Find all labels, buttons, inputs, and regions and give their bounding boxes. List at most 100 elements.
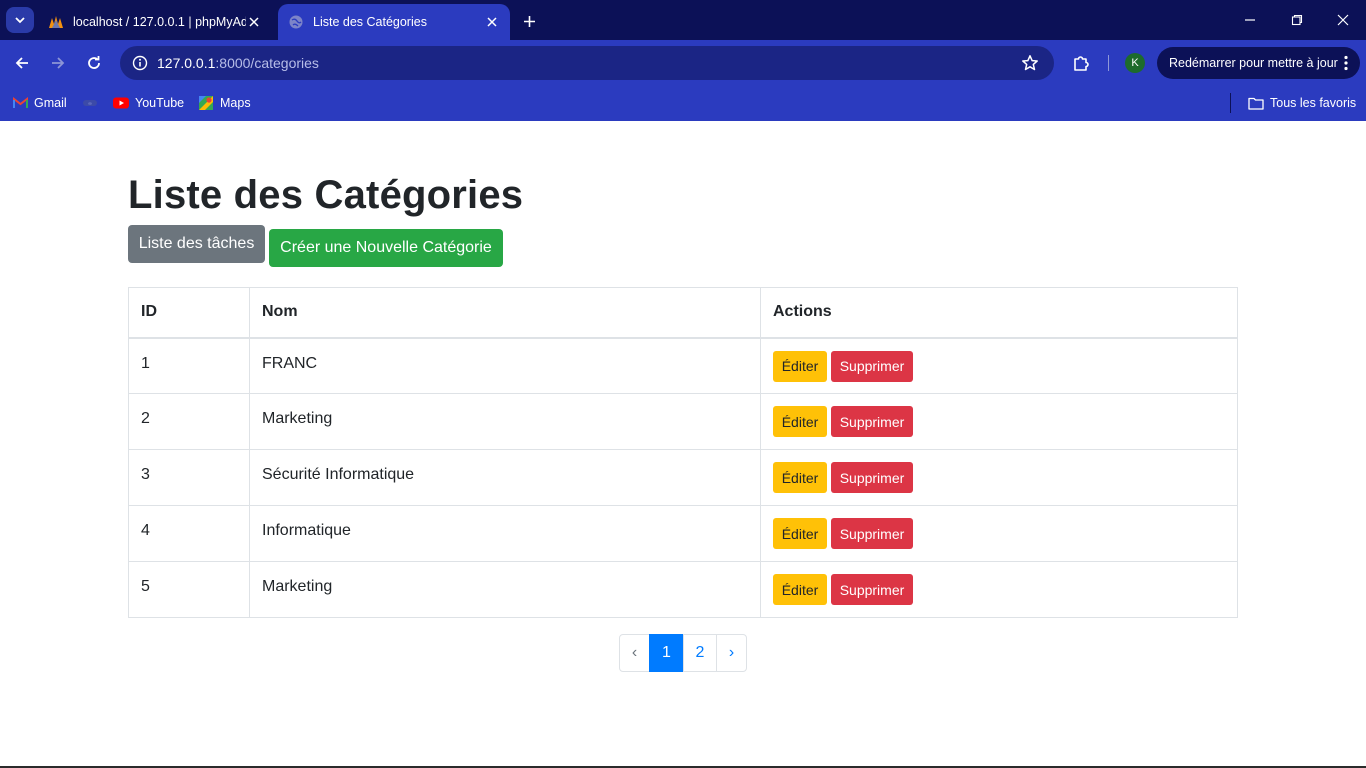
- cell-id: 1: [128, 337, 250, 394]
- minimize-icon: [1245, 19, 1255, 21]
- bookmark-label: Gmail: [34, 96, 67, 110]
- reload-icon: [88, 56, 100, 69]
- close-window-button[interactable]: [1331, 8, 1355, 32]
- generic-bookmark-icon: ∞: [82, 95, 98, 111]
- edit-button[interactable]: Éditer: [773, 350, 827, 382]
- bookmark-label: Maps: [220, 96, 251, 110]
- bookmark-generic[interactable]: ∞: [82, 92, 104, 114]
- tasks-list-button[interactable]: Liste des tâches: [128, 225, 265, 263]
- table-row: 2 Marketing Éditer Supprimer: [128, 393, 1238, 450]
- tab-strip: localhost / 127.0.0.1 | phpMyAdmin Liste…: [0, 0, 1366, 40]
- column-header-actions: Actions: [760, 287, 1238, 338]
- back-button[interactable]: [10, 51, 34, 75]
- extensions-button[interactable]: [1069, 51, 1093, 75]
- cell-actions: Éditer Supprimer: [760, 393, 1238, 450]
- edit-button[interactable]: Éditer: [773, 518, 827, 549]
- toolbar-divider: [1108, 55, 1109, 71]
- pagination-prev[interactable]: ‹: [619, 634, 650, 672]
- page-title: Liste des Catégories: [128, 173, 524, 217]
- plus-icon: [523, 15, 535, 27]
- bookmark-gmail[interactable]: Gmail: [12, 92, 67, 114]
- delete-button[interactable]: Supprimer: [831, 462, 913, 493]
- maps-icon: [198, 95, 214, 111]
- delete-button[interactable]: Supprimer: [831, 350, 913, 382]
- table-row: 4 Informatique Éditer Supprimer: [128, 505, 1238, 562]
- bookmark-youtube[interactable]: YouTube: [113, 92, 184, 114]
- bookmarks-bar: Gmail ∞ YouTube Maps Tous les favoris: [0, 86, 1366, 121]
- chevron-down-icon: [15, 17, 25, 24]
- phpmyadmin-icon: [48, 14, 64, 30]
- puzzle-icon: [1074, 56, 1089, 71]
- edit-button[interactable]: Éditer: [773, 462, 827, 493]
- edit-button[interactable]: Éditer: [773, 406, 827, 437]
- cell-id: 5: [128, 561, 250, 618]
- page-content: Liste des Catégories Liste des tâches Cr…: [0, 121, 1366, 766]
- profile-avatar[interactable]: K: [1125, 53, 1145, 73]
- close-icon[interactable]: [246, 14, 262, 30]
- all-bookmarks-label: Tous les favoris: [1270, 96, 1357, 110]
- bookmark-label: YouTube: [135, 96, 185, 110]
- globe-icon: [288, 14, 304, 30]
- cell-nom: FRANC: [249, 337, 761, 394]
- url-text[interactable]: 127.0.0.1:8000/categories: [157, 55, 319, 71]
- minimize-button[interactable]: [1238, 8, 1262, 32]
- close-icon: [1337, 14, 1349, 26]
- table-row: 1 FRANC Éditer Supprimer: [128, 337, 1238, 394]
- column-header-id: ID: [128, 287, 250, 338]
- cell-id: 2: [128, 393, 250, 450]
- bookmark-maps[interactable]: Maps: [198, 92, 251, 114]
- folder-icon: [1248, 95, 1264, 111]
- cell-actions: Éditer Supprimer: [760, 449, 1238, 506]
- site-info-icon[interactable]: [128, 51, 152, 75]
- table-row: 3 Sécurité Informatique Éditer Supprimer: [128, 449, 1238, 506]
- categories-table: ID Nom Actions 1 FRANC Éditer Supprimer …: [128, 287, 1238, 618]
- url-host: 127.0.0.1: [157, 55, 216, 71]
- column-header-nom: Nom: [249, 287, 761, 338]
- svg-text:∞: ∞: [88, 101, 92, 107]
- close-icon[interactable]: [484, 14, 500, 30]
- browser-toolbar: 127.0.0.1:8000/categories K Redémarrer p…: [0, 40, 1366, 86]
- forward-button[interactable]: [46, 51, 70, 75]
- cell-actions: Éditer Supprimer: [760, 337, 1238, 394]
- all-bookmarks-folder[interactable]: Tous les favoris: [1248, 92, 1356, 114]
- new-tab-button[interactable]: [518, 10, 540, 32]
- cell-nom: Informatique: [249, 505, 761, 562]
- table-row: 5 Marketing Éditer Supprimer: [128, 561, 1238, 618]
- delete-button[interactable]: Supprimer: [831, 518, 913, 549]
- delete-button[interactable]: Supprimer: [831, 574, 913, 605]
- edit-button[interactable]: Éditer: [773, 574, 827, 605]
- restore-icon: [1291, 14, 1303, 26]
- tab-phpmyadmin[interactable]: localhost / 127.0.0.1 | phpMyAdmin: [38, 4, 272, 40]
- bookmark-star-icon[interactable]: [1018, 51, 1042, 75]
- cell-actions: Éditer Supprimer: [760, 505, 1238, 562]
- pagination-next[interactable]: ›: [716, 634, 747, 672]
- more-vertical-icon[interactable]: [1342, 54, 1350, 72]
- youtube-icon: [113, 95, 129, 111]
- update-button-label: Redémarrer pour mettre à jour: [1169, 56, 1338, 70]
- cell-id: 3: [128, 449, 250, 506]
- pagination-page-2[interactable]: 2: [683, 634, 717, 672]
- create-category-button[interactable]: Créer une Nouvelle Catégorie: [269, 229, 503, 267]
- address-bar[interactable]: 127.0.0.1:8000/categories: [120, 46, 1054, 80]
- cell-nom: Marketing: [249, 561, 761, 618]
- update-button[interactable]: Redémarrer pour mettre à jour: [1157, 47, 1360, 79]
- arrow-right-icon: [52, 57, 65, 69]
- restore-button[interactable]: [1285, 8, 1309, 32]
- cell-nom: Marketing: [249, 393, 761, 450]
- cell-nom: Sécurité Informatique: [249, 449, 761, 506]
- tab-categories[interactable]: Liste des Catégories: [278, 4, 510, 40]
- reload-button[interactable]: [82, 51, 106, 75]
- pagination-page-1[interactable]: 1: [649, 634, 684, 672]
- tab-search-button[interactable]: [6, 7, 34, 33]
- bookmarks-divider: [1230, 93, 1231, 113]
- pagination: ‹ 1 2 ›: [619, 634, 747, 672]
- cell-id: 4: [128, 505, 250, 562]
- url-path: :8000/categories: [215, 55, 319, 71]
- table-header-row: ID Nom Actions: [128, 287, 1238, 338]
- delete-button[interactable]: Supprimer: [831, 406, 913, 437]
- tab-title: localhost / 127.0.0.1 | phpMyAdmin: [73, 15, 246, 29]
- cell-actions: Éditer Supprimer: [760, 561, 1238, 618]
- gmail-icon: [12, 95, 28, 111]
- tab-title: Liste des Catégories: [313, 15, 427, 29]
- arrow-left-icon: [15, 57, 28, 69]
